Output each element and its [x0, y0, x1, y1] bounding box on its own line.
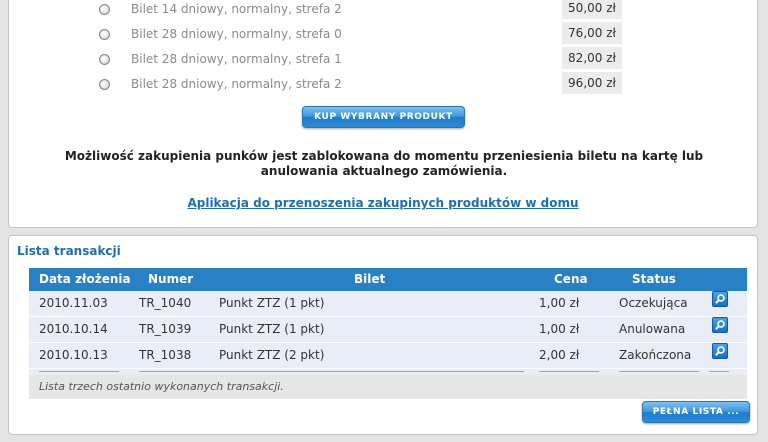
row-number: TR_1040	[139, 296, 192, 310]
purchase-blocked-notice: Możliwość zakupienia punków jest zabloko…	[64, 149, 704, 178]
row-status: Oczekująca	[619, 296, 688, 310]
row-ticket: Punkt ZTZ (2 pkt)	[219, 348, 325, 362]
table-row: 2010.10.13 TR_1038 Punkt ZTZ (2 pkt) 2,0…	[29, 343, 747, 369]
product-name: Bilet 28 dniowy, normalny, strefa 1	[131, 52, 342, 66]
magnifier-icon[interactable]	[712, 343, 728, 359]
row-ticket: Punkt ZTZ (1 pkt)	[219, 322, 325, 336]
product-row[interactable]: Bilet 28 dniowy, normalny, strefa 1 82,0…	[9, 47, 757, 72]
table-row: 2010.10.14 TR_1039 Punkt ZTZ (1 pkt) 1,0…	[29, 317, 747, 343]
product-price: 96,00 zł	[562, 72, 622, 94]
buy-selected-product-button[interactable]: KUP WYBRANY PRODUKT	[302, 106, 465, 128]
full-list-button[interactable]: PEŁNA LISTA ...	[642, 401, 750, 423]
row-number: TR_1039	[139, 322, 192, 336]
product-name: Bilet 28 dniowy, normalny, strefa 0	[131, 27, 342, 41]
row-date: 2010.10.13	[39, 348, 108, 362]
product-name: Bilet 28 dniowy, normalny, strefa 2	[131, 77, 342, 91]
product-price: 82,00 zł	[562, 47, 622, 69]
product-row[interactable]: Bilet 14 dniowy, normalny, strefa 2 50,0…	[9, 0, 757, 22]
product-price: 50,00 zł	[562, 0, 622, 19]
product-price: 76,00 zł	[562, 22, 622, 44]
row-date: 2010.10.14	[39, 322, 108, 336]
table-header: Data złożenia Numer Bilet Cena Status	[29, 268, 747, 291]
product-name: Bilet 14 dniowy, normalny, strefa 2	[131, 2, 342, 16]
row-price: 1,00 zł	[539, 296, 580, 310]
row-status: Anulowana	[619, 322, 686, 336]
transactions-title: Lista transakcji	[17, 244, 121, 258]
table-footer-note: Lista trzech ostatnio wykonanych transak…	[29, 375, 747, 399]
table-row: 2010.11.03 TR_1040 Punkt ZTZ (1 pkt) 1,0…	[29, 291, 747, 317]
row-price: 2,00 zł	[539, 348, 580, 362]
row-number: TR_1038	[139, 348, 192, 362]
magnifier-icon[interactable]	[712, 317, 728, 333]
radio-button-icon[interactable]	[99, 29, 110, 40]
header-date: Data złożenia	[39, 272, 131, 286]
transfer-app-link[interactable]: Aplikacja do przenoszenia zakupinych pro…	[9, 196, 757, 210]
header-ticket: Bilet	[354, 272, 386, 286]
row-date: 2010.11.03	[39, 296, 108, 310]
radio-button-icon[interactable]	[99, 54, 110, 65]
row-status: Zakończona	[619, 348, 692, 362]
row-ticket: Punkt ZTZ (1 pkt)	[219, 296, 325, 310]
product-row[interactable]: Bilet 28 dniowy, normalny, strefa 2 96,0…	[9, 72, 757, 97]
row-price: 1,00 zł	[539, 322, 580, 336]
product-panel: Bilet 14 dniowy, normalny, strefa 2 50,0…	[8, 0, 758, 228]
transactions-panel: Lista transakcji Data złożenia Numer Bil…	[8, 235, 758, 435]
header-number: Numer	[148, 272, 194, 286]
table-separator	[29, 369, 747, 375]
radio-button-icon[interactable]	[99, 4, 110, 15]
header-status: Status	[632, 272, 676, 286]
product-row[interactable]: Bilet 28 dniowy, normalny, strefa 0 76,0…	[9, 22, 757, 47]
header-price: Cena	[554, 272, 588, 286]
transactions-table: Data złożenia Numer Bilet Cena Status 20…	[29, 268, 747, 399]
magnifier-icon[interactable]	[712, 291, 728, 307]
radio-button-icon[interactable]	[99, 79, 110, 90]
